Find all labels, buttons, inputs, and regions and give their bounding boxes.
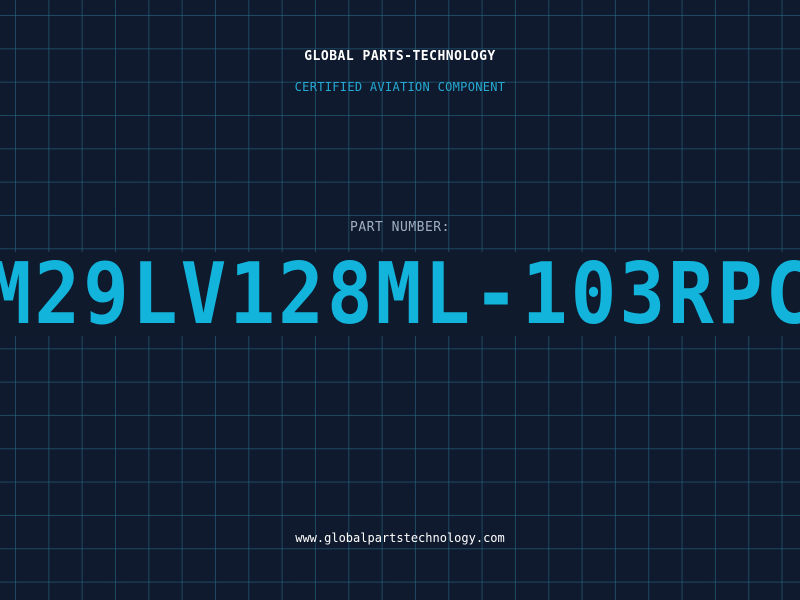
tagline: CERTIFIED AVIATION COMPONENT [294, 80, 506, 94]
company-name: GLOBAL PARTS-TECHNOLOGY [304, 49, 496, 64]
website-url: www.globalpartstechnology.com [295, 531, 505, 545]
part-card: GLOBAL PARTS-TECHNOLOGY CERTIFIED AVIATI… [0, 0, 800, 600]
part-number-band: AM29LV128ML-103RPCI [0, 252, 800, 336]
part-number-label: PART NUMBER: [350, 220, 450, 235]
part-number-value: AM29LV128ML-103RPCI [0, 252, 800, 336]
